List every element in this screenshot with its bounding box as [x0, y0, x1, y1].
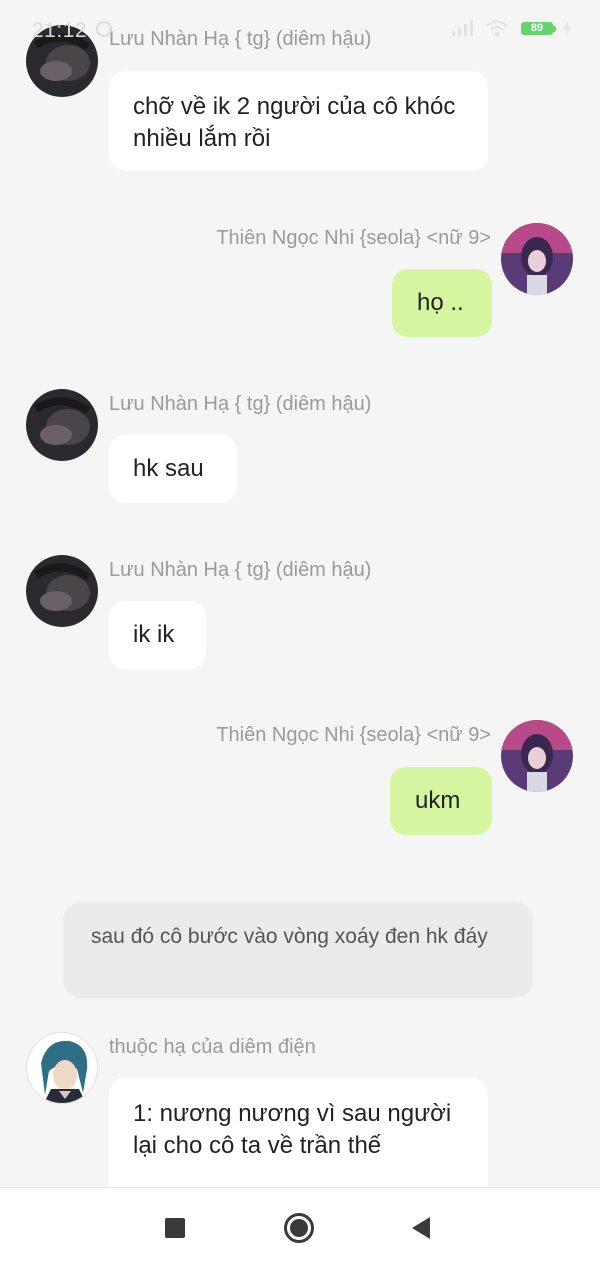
back-triangle-icon — [412, 1217, 430, 1239]
notification-dot-icon — [96, 21, 112, 37]
screen: Lưu Nhàn Hạ { tg} (diêm hậu) chỡ về ik 2… — [0, 0, 600, 1267]
back-button[interactable] — [381, 1188, 461, 1267]
message-bubble[interactable]: 1: nương nương vì sau người lại cho cô t… — [109, 1078, 488, 1187]
home-button[interactable] — [259, 1188, 339, 1267]
navigation-bar — [0, 1187, 600, 1267]
wifi-icon — [486, 20, 508, 42]
avatar-thuoc-ha[interactable] — [26, 1032, 98, 1104]
signal-icon — [452, 20, 474, 41]
chat-area[interactable]: Lưu Nhàn Hạ { tg} (diêm hậu) chỡ về ik 2… — [0, 0, 600, 1187]
charging-bolt-icon — [562, 21, 572, 42]
battery-cap — [553, 26, 556, 32]
sender-name: thuộc hạ của diêm điện — [109, 1036, 316, 1058]
chat-message: thuộc hạ của diêm điện 1: nương nương vì… — [0, 0, 600, 1187]
status-time: 21:12 — [32, 19, 88, 42]
recent-apps-square-icon — [165, 1218, 185, 1238]
battery-icon: 89 — [521, 22, 553, 35]
recent-apps-button[interactable] — [135, 1188, 215, 1267]
status-bar: 21:12 89 — [0, 0, 600, 58]
home-circle-icon — [284, 1213, 314, 1243]
